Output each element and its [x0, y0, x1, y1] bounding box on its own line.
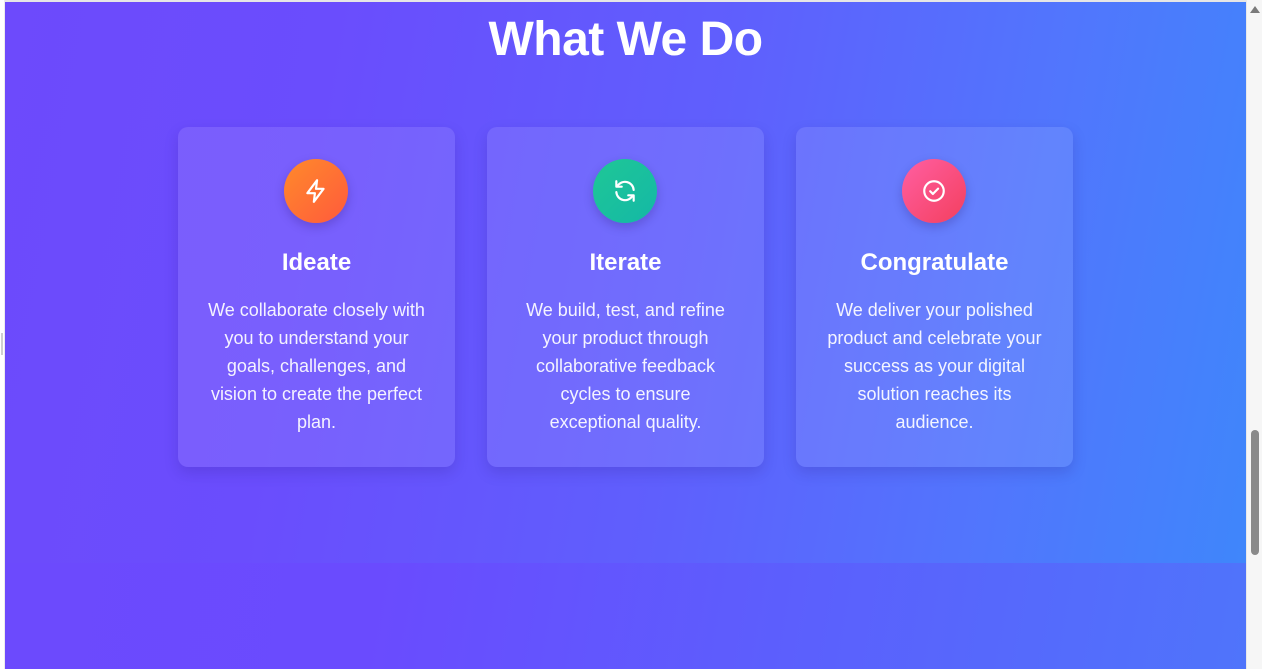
section-title: What We Do [488, 13, 763, 66]
check-circle-icon [902, 159, 966, 223]
card-description: We build, test, and refine your product … [526, 300, 725, 432]
card-title: Ideate [281, 249, 352, 276]
browser-viewport: What We Do Ideate We collaborate closely… [0, 0, 1262, 669]
vertical-scrollbar[interactable] [1246, 0, 1262, 669]
card-iterate: Iterate We build, test, and refine your … [487, 127, 764, 467]
card-description: We collaborate closely with you to under… [208, 300, 425, 432]
card-title: Iterate [589, 249, 662, 276]
next-section [5, 563, 1246, 669]
lightning-icon [284, 159, 348, 223]
scrollbar-thumb[interactable] [1251, 430, 1259, 555]
card-title: Congratulate [860, 249, 1009, 276]
card-description: We deliver your polished product and cel… [827, 300, 1042, 432]
refresh-icon [593, 159, 657, 223]
card-congratulate: Congratulate We deliver your polished pr… [796, 127, 1073, 467]
what-we-do-section: What We Do Ideate We collaborate closely… [5, 2, 1246, 563]
window-resize-handle[interactable] [1, 333, 3, 355]
scroll-up-arrow-icon[interactable] [1250, 6, 1260, 13]
card-ideate: Ideate We collaborate closely with you t… [178, 127, 455, 467]
